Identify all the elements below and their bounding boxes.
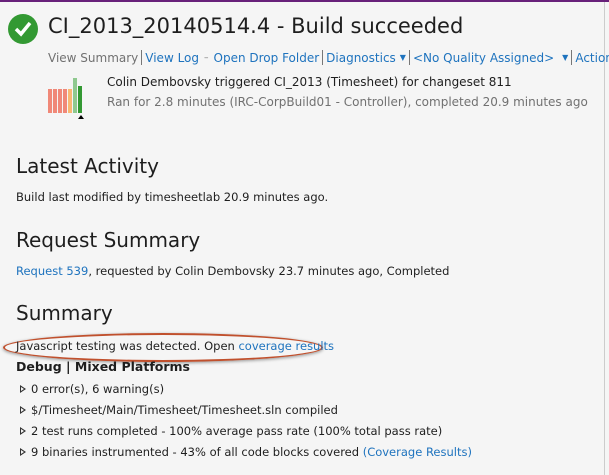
request-link[interactable]: Request 539: [16, 264, 88, 278]
top-accent-bar: [0, 0, 609, 2]
configuration-heading: Debug | Mixed Platforms: [16, 359, 190, 374]
chevron-down-icon[interactable]: ▼: [400, 53, 406, 62]
summary-item[interactable]: $/Timesheet/Main/Timesheet/Timesheet.sln…: [20, 403, 338, 417]
page-title: CI_2013_20140514.4 - Build succeeded: [48, 14, 464, 38]
divider: [408, 50, 410, 65]
build-history-bar-failed[interactable]: [63, 89, 67, 113]
check-circle-icon: [8, 14, 38, 44]
summary-item-text: 0 error(s), 6 warning(s): [31, 382, 165, 396]
diagnostics-menu[interactable]: Diagnostics: [326, 51, 396, 65]
expand-triangle-icon[interactable]: [20, 385, 26, 393]
coverage-results-link[interactable]: (Coverage Results): [363, 445, 472, 459]
summary-item[interactable]: 2 test runs completed - 100% average pas…: [20, 424, 442, 438]
build-nav: View Summary View Log – Open Drop Folder…: [48, 50, 609, 65]
build-trigger-text: Colin Dembovsky triggered CI_2013 (Times…: [107, 75, 512, 89]
view-summary-link[interactable]: View Summary: [48, 51, 138, 65]
build-history-bar-succeeded[interactable]: [73, 78, 77, 113]
coverage-results-link[interactable]: coverage results: [238, 339, 334, 353]
divider: [604, 2, 605, 475]
divider: [322, 50, 324, 65]
js-testing-label: Javascript testing was detected. Open: [16, 339, 239, 353]
summary-item-text: $/Timesheet/Main/Timesheet/Timesheet.sln…: [31, 403, 338, 417]
current-build-pointer-icon: [78, 115, 84, 119]
build-run-text: Ran for 2.8 minutes (IRC-CorpBuild01 - C…: [107, 95, 588, 109]
divider: –: [204, 52, 209, 63]
expand-triangle-icon[interactable]: [20, 427, 26, 435]
view-log-link[interactable]: View Log: [145, 51, 199, 65]
build-history-bar-failed[interactable]: [58, 89, 62, 113]
build-history-bar-succeeded[interactable]: [78, 86, 82, 113]
request-summary-text: Request 539, requested by Colin Dembovsk…: [16, 264, 449, 278]
divider: [571, 50, 573, 65]
summary-item-text: 9 binaries instrumented - 43% of all cod…: [31, 445, 363, 459]
expand-triangle-icon[interactable]: [20, 406, 26, 414]
latest-activity-heading: Latest Activity: [16, 154, 159, 178]
quality-menu[interactable]: <No Quality Assigned>: [413, 51, 554, 65]
summary-heading: Summary: [16, 301, 113, 325]
request-details: , requested by Colin Dembovsky 23.7 minu…: [88, 264, 450, 278]
open-drop-folder-link[interactable]: Open Drop Folder: [214, 51, 320, 65]
divider: [141, 50, 143, 65]
build-history-bar-failed[interactable]: [48, 89, 52, 113]
latest-activity-text: Build last modified by timesheetlab 20.9…: [16, 190, 329, 204]
build-history-chart: [48, 74, 84, 119]
actions-menu[interactable]: Actions: [575, 51, 609, 65]
js-testing-text: Javascript testing was detected. Open co…: [16, 339, 334, 353]
request-summary-heading: Request Summary: [16, 228, 201, 252]
expand-triangle-icon[interactable]: [20, 448, 26, 456]
summary-item-text: 2 test runs completed - 100% average pas…: [31, 424, 443, 438]
build-history-bar-partial[interactable]: [68, 89, 72, 113]
chevron-down-icon[interactable]: ▼: [562, 53, 568, 62]
summary-item[interactable]: 9 binaries instrumented - 43% of all cod…: [20, 445, 472, 459]
build-history-bar-failed[interactable]: [53, 89, 57, 113]
summary-item[interactable]: 0 error(s), 6 warning(s): [20, 382, 164, 396]
